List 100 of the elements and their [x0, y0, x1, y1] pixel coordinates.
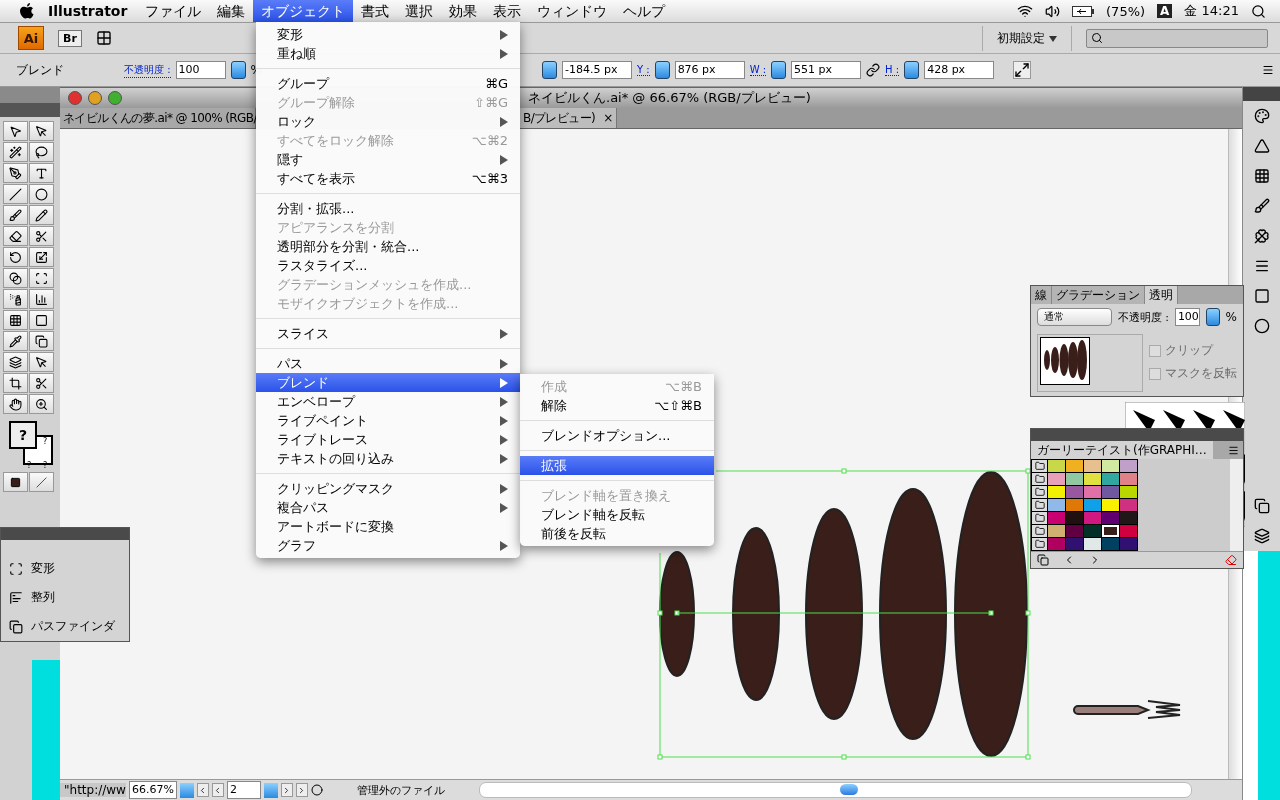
tool-button[interactable] — [29, 247, 54, 267]
zoom-dropdown[interactable] — [179, 782, 194, 798]
panel-item[interactable]: パスファインダ — [1, 612, 129, 641]
next-artboard-button[interactable] — [280, 783, 293, 797]
menu-item[interactable]: テキストの回り込み — [256, 449, 520, 468]
x-stepper[interactable] — [541, 61, 557, 79]
color-swatch[interactable] — [1048, 486, 1065, 498]
workspace-dropdown[interactable]: 初期設定 — [982, 25, 1072, 51]
menu-item[interactable]: エンベロープ — [256, 392, 520, 411]
menu-item[interactable]: 重ね順 — [256, 44, 520, 63]
menu-item[interactable]: グループ ⌘G — [256, 74, 520, 93]
color-swatch[interactable] — [1084, 486, 1101, 498]
tool-button[interactable] — [3, 163, 28, 183]
menu-item[interactable]: パス — [256, 354, 520, 373]
panel-tab[interactable]: 線 — [1031, 286, 1052, 304]
file-status[interactable]: 管理外のファイル — [325, 782, 476, 798]
opacity-field[interactable]: 100 — [1174, 308, 1200, 326]
menu-title[interactable]: オブジェクト — [253, 0, 354, 22]
fill-swatch[interactable]: ? — [9, 421, 37, 449]
color-swatch[interactable] — [1102, 486, 1119, 498]
color-swatch[interactable] — [1048, 538, 1065, 550]
tool-button[interactable] — [3, 268, 28, 288]
menu-item[interactable]: クリッピングマスク — [256, 479, 520, 498]
opacity-popup-button[interactable] — [230, 61, 246, 79]
menu-title[interactable]: ファイル — [137, 0, 210, 22]
color-swatch[interactable] — [1102, 460, 1119, 472]
tool-button[interactable] — [29, 352, 54, 372]
first-artboard-button[interactable] — [196, 783, 209, 797]
tool-button[interactable] — [29, 394, 54, 414]
panel-tab[interactable]: ガーリーテイスト(作GRAPHI… — [1031, 441, 1213, 459]
tool-button[interactable] — [3, 310, 28, 330]
panel-item[interactable]: 変形 — [1, 554, 129, 583]
color-swatch[interactable] — [1102, 499, 1119, 511]
tool-button[interactable] — [29, 331, 54, 351]
tool-button[interactable] — [29, 226, 54, 246]
menu-item[interactable]: ロック — [256, 112, 520, 131]
tool-button[interactable] — [29, 310, 54, 330]
color-swatch[interactable] — [1066, 460, 1083, 472]
tool-button[interactable] — [3, 142, 28, 162]
color-swatch[interactable] — [1066, 525, 1083, 537]
menu-item[interactable]: ライブトレース — [256, 430, 520, 449]
menu-item[interactable]: ブレンド — [256, 373, 520, 392]
document-tab[interactable]: ネイビルくんの夢.ai* @ 100% (RGB/ — [60, 108, 256, 128]
tool-button[interactable] — [29, 268, 54, 288]
document-tab[interactable]: B/プレビュー) × — [520, 108, 617, 128]
zoom-field[interactable]: 66.67% — [128, 781, 177, 799]
artboard-dropdown[interactable] — [263, 782, 278, 798]
panel-item[interactable]: 整列 — [1, 583, 129, 612]
y-field[interactable]: 876 px — [674, 61, 745, 79]
menu-item[interactable]: 前後を反転 — [520, 524, 714, 543]
tool-button[interactable] — [3, 226, 28, 246]
menu-title[interactable]: 選択 — [397, 0, 442, 22]
panel-tab[interactable]: 透明 — [1145, 286, 1178, 304]
previous-artboard-button[interactable] — [211, 783, 224, 797]
tool-button[interactable] — [29, 205, 54, 225]
color-swatch[interactable] — [1048, 499, 1065, 511]
menu-title[interactable]: 表示 — [485, 0, 530, 22]
color-swatch[interactable] — [1102, 473, 1119, 485]
tool-button[interactable] — [29, 121, 54, 141]
horizontal-scrollbar[interactable] — [478, 782, 1192, 798]
tool-button[interactable] — [3, 289, 28, 309]
opacity-field[interactable]: 100 — [175, 61, 226, 79]
tool-button[interactable] — [3, 184, 28, 204]
color-swatch[interactable] — [1084, 499, 1101, 511]
menu-item[interactable]: ライブペイント — [256, 411, 520, 430]
tool-button[interactable] — [3, 247, 28, 267]
h-link[interactable]: H : — [885, 64, 900, 76]
zoom-window-button[interactable] — [108, 91, 122, 105]
search-icon[interactable] — [1251, 3, 1266, 19]
color-swatch[interactable] — [1102, 538, 1119, 550]
color-swatch[interactable] — [1048, 460, 1065, 472]
color-swatch[interactable] — [1048, 525, 1065, 537]
menu-item[interactable]: ブレンドオプション... — [520, 426, 714, 445]
menu-title[interactable]: 書式 — [353, 0, 398, 22]
none-swatch-icon[interactable] — [1225, 554, 1237, 566]
tool-button[interactable] — [3, 373, 28, 393]
color-swatch[interactable] — [1120, 538, 1137, 550]
y-stepper[interactable] — [654, 61, 670, 79]
tool-button[interactable] — [3, 331, 28, 351]
w-field[interactable]: 551 px — [791, 61, 862, 79]
input-mode-indicator[interactable]: A — [1157, 4, 1173, 18]
color-swatch[interactable] — [1084, 460, 1101, 472]
constrain-link-icon[interactable] — [866, 63, 881, 77]
tool-button[interactable] — [29, 163, 54, 183]
color-swatch[interactable] — [1066, 512, 1083, 524]
tool-button[interactable] — [3, 121, 28, 141]
color-swatch[interactable] — [1066, 499, 1083, 511]
blend-mode-dropdown[interactable]: 通常 — [1037, 308, 1112, 326]
menu-item[interactable]: ブレンド軸を反転 — [520, 505, 714, 524]
tool-button[interactable] — [3, 205, 28, 225]
opacity-link[interactable]: 不透明度 : — [124, 62, 171, 78]
menu-item[interactable]: 拡張 — [520, 456, 714, 475]
tool-button[interactable] — [29, 142, 54, 162]
close-tab-button[interactable]: × — [603, 111, 613, 125]
color-swatch[interactable] — [1084, 473, 1101, 485]
color-swatch[interactable] — [1084, 538, 1101, 550]
h-field[interactable]: 428 px — [924, 61, 995, 79]
panel-tab[interactable]: グラデーション — [1052, 286, 1145, 304]
scroll-thumb[interactable] — [839, 784, 858, 795]
tool-button[interactable] — [3, 394, 28, 414]
